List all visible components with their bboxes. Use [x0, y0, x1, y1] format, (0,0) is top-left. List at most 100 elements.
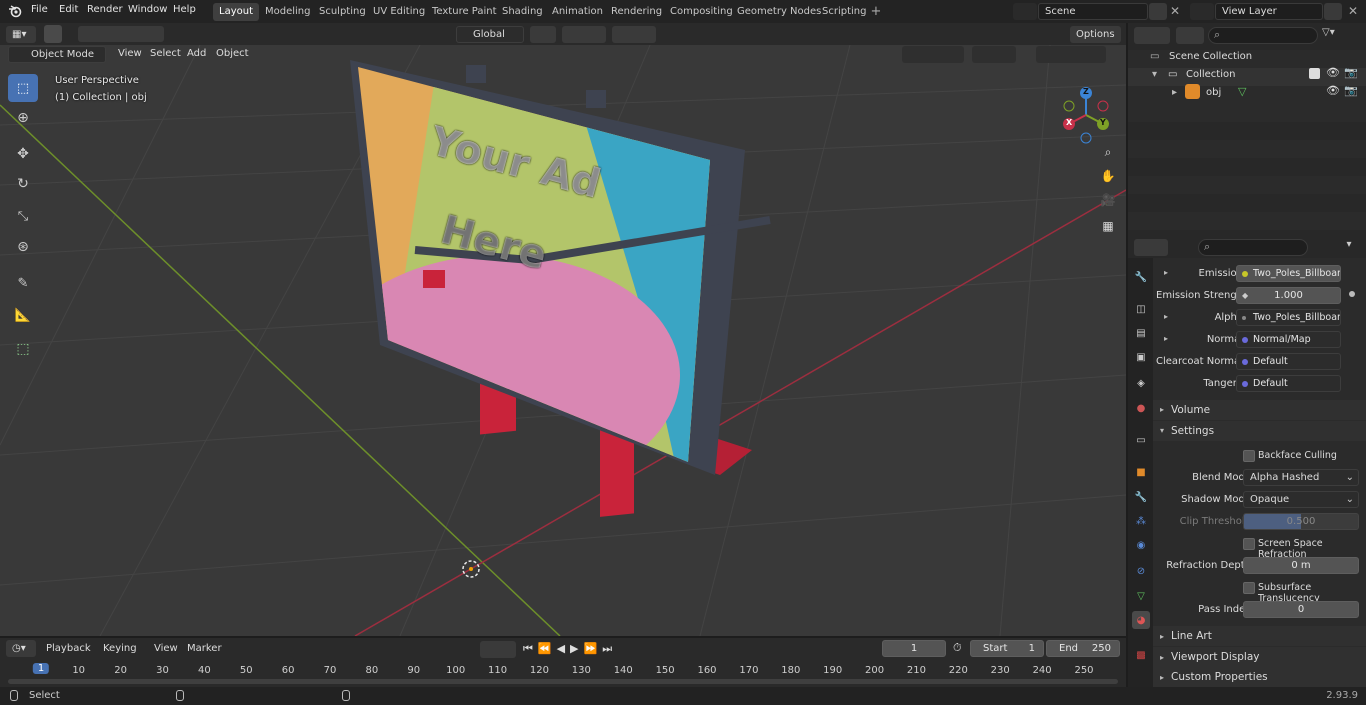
properties-editor-type-icon[interactable] [1134, 239, 1168, 256]
scene-tab-icon[interactable]: ◈ [1132, 374, 1150, 392]
exclude-checkbox[interactable] [1309, 68, 1320, 79]
collection-label[interactable]: Collection [1186, 69, 1235, 80]
menu-view[interactable]: View [118, 48, 142, 59]
timeline-editor-type-icon[interactable]: ◷▾ [6, 640, 36, 657]
tab-uv-editing[interactable]: UV Editing [367, 3, 431, 21]
clip-threshold-slider[interactable]: 0.500 [1243, 513, 1359, 530]
output-tab-icon[interactable]: ▤ [1132, 324, 1150, 342]
menu-file[interactable]: File [31, 4, 48, 15]
new-scene-icon[interactable] [1149, 3, 1167, 20]
properties-options-icon[interactable]: ▾ [1340, 239, 1358, 256]
proportional-edit-icon[interactable] [612, 26, 656, 43]
timeline-scrollbar[interactable] [8, 679, 1118, 684]
perspective-toggle-icon[interactable]: ▦ [1096, 214, 1120, 238]
blend-mode-dropdown[interactable]: Alpha Hashed ⌄ [1243, 469, 1359, 486]
close-scene-icon[interactable]: ✕ [1170, 4, 1180, 18]
pass-index-field[interactable]: 0 [1243, 601, 1359, 618]
scale-tool[interactable]: ⤡ [8, 202, 38, 230]
shading-mode-icons[interactable] [1036, 46, 1106, 63]
collection-camera-icon[interactable]: 📷 [1344, 66, 1358, 79]
viewport-display-expand-icon[interactable]: ▸ [1160, 653, 1164, 662]
render-tab-icon[interactable]: ◫ [1132, 300, 1150, 318]
editor-type-icon[interactable]: ▦▾ [6, 26, 36, 43]
keyframe-dot-icon[interactable] [1349, 291, 1355, 297]
mesh-data-icon[interactable]: ▽ [1238, 85, 1246, 98]
menu-window[interactable]: Window [128, 4, 167, 15]
menu-help[interactable]: Help [173, 4, 196, 15]
overlays-icon[interactable] [972, 46, 1016, 63]
tab-shading[interactable]: Shading [496, 3, 549, 21]
stopwatch-icon[interactable]: ⏱ [953, 641, 962, 655]
tab-rendering[interactable]: Rendering [605, 3, 668, 21]
menu-edit[interactable]: Edit [59, 4, 78, 15]
tool-tab-icon[interactable]: 🔧 [1132, 268, 1150, 286]
menu-add[interactable]: Add [187, 48, 206, 59]
custom-properties-label[interactable]: Custom Properties [1171, 671, 1268, 683]
view-layer-field[interactable]: View Layer [1215, 3, 1323, 20]
tab-scripting[interactable]: Scripting [816, 3, 872, 21]
refraction-depth-field[interactable]: 0 m [1243, 557, 1359, 574]
mode-dropdown[interactable]: Object Mode [8, 46, 106, 63]
volume-expand-icon[interactable]: ▸ [1160, 405, 1164, 414]
transform-tool[interactable]: ⊛ [8, 233, 38, 261]
shadow-mode-dropdown[interactable]: Opaque ⌄ [1243, 491, 1359, 508]
menu-playback[interactable]: Playback [46, 643, 91, 654]
rotate-tool[interactable]: ↻ [8, 170, 38, 198]
scene-collection-label[interactable]: Scene Collection [1169, 51, 1252, 62]
timeline[interactable]: 1 10 20 30 40 50 60 70 80 90 100 110 120 130 140 150 160… [0, 660, 1126, 687]
collection-expand-icon[interactable]: ▾ [1152, 69, 1157, 80]
tab-modeling[interactable]: Modeling [259, 3, 317, 21]
collection-tab-icon[interactable]: ▭ [1132, 431, 1150, 449]
pan-hand-icon[interactable]: ✋ [1096, 164, 1120, 188]
auto-key-icon[interactable] [480, 641, 516, 658]
tab-animation[interactable]: Animation [546, 3, 609, 21]
blender-logo-icon[interactable] [8, 4, 22, 18]
end-frame-field[interactable]: End 250 [1046, 640, 1120, 657]
backface-culling-label[interactable]: Backface Culling [1258, 450, 1337, 461]
outliner-editor-type-icon[interactable] [1134, 27, 1170, 44]
measure-tool[interactable]: 📐 [8, 301, 38, 329]
tab-compositing[interactable]: Compositing [664, 3, 739, 21]
object-camera-icon[interactable]: 📷 [1344, 84, 1358, 97]
alpha-field[interactable]: Two_Poles_Billboard... [1236, 309, 1341, 326]
current-frame-field[interactable]: 1 [882, 640, 946, 657]
camera-view-icon[interactable]: 🎥 [1096, 188, 1120, 212]
obj-expand-icon[interactable]: ▸ [1172, 87, 1177, 98]
data-tab-icon[interactable]: ▽ [1132, 587, 1150, 605]
screen-space-refraction-checkbox[interactable] [1243, 538, 1255, 550]
visibility-icons[interactable] [902, 46, 964, 63]
collection-eye-icon[interactable]: 👁 [1326, 66, 1340, 79]
physics-tab-icon[interactable]: ◉ [1132, 536, 1150, 554]
subsurface-translucency-checkbox[interactable] [1243, 582, 1255, 594]
texture-tab-icon[interactable]: ▩ [1132, 646, 1150, 664]
tab-sculpting[interactable]: Sculpting [313, 3, 372, 21]
view-layer-browse-icon[interactable] [1190, 3, 1214, 20]
transform-orientation-dropdown[interactable]: Global [456, 26, 524, 43]
tab-layout[interactable]: Layout [213, 3, 259, 21]
move-tool[interactable]: ✥ [8, 140, 38, 168]
clearcoat-normal-field[interactable]: Default [1236, 353, 1341, 370]
object-tab-icon[interactable]: ■ [1132, 463, 1150, 481]
viewport-display-label[interactable]: Viewport Display [1171, 651, 1259, 663]
tangent-field[interactable]: Default [1236, 375, 1341, 392]
line-art-label[interactable]: Line Art [1171, 630, 1212, 642]
selection-mode-icons[interactable] [78, 26, 164, 42]
close-view-layer-icon[interactable]: ✕ [1348, 4, 1358, 18]
volume-label[interactable]: Volume [1171, 404, 1210, 416]
emission-strength-field[interactable]: ◆ 1.000 [1236, 287, 1341, 304]
custom-properties-expand-icon[interactable]: ▸ [1160, 673, 1164, 682]
tab-texture-paint[interactable]: Texture Paint [426, 3, 503, 21]
new-view-layer-icon[interactable] [1324, 3, 1342, 20]
select-box-tool[interactable]: ⬚ [8, 74, 38, 102]
select-tool-icon[interactable] [44, 25, 62, 43]
outliner-search-input[interactable]: ⌕ [1208, 27, 1318, 44]
constraints-tab-icon[interactable]: ⊘ [1132, 562, 1150, 580]
object-label[interactable]: obj [1206, 87, 1221, 98]
menu-keying[interactable]: Keying [103, 643, 137, 654]
material-tab-icon[interactable]: ◕ [1132, 611, 1150, 629]
menu-object[interactable]: Object [216, 48, 249, 59]
menu-timeline-view[interactable]: View [154, 643, 178, 654]
zoom-icon[interactable]: ⌕ [1096, 140, 1120, 164]
options-button[interactable]: Options [1070, 26, 1121, 43]
display-mode-icon[interactable] [1176, 27, 1204, 44]
